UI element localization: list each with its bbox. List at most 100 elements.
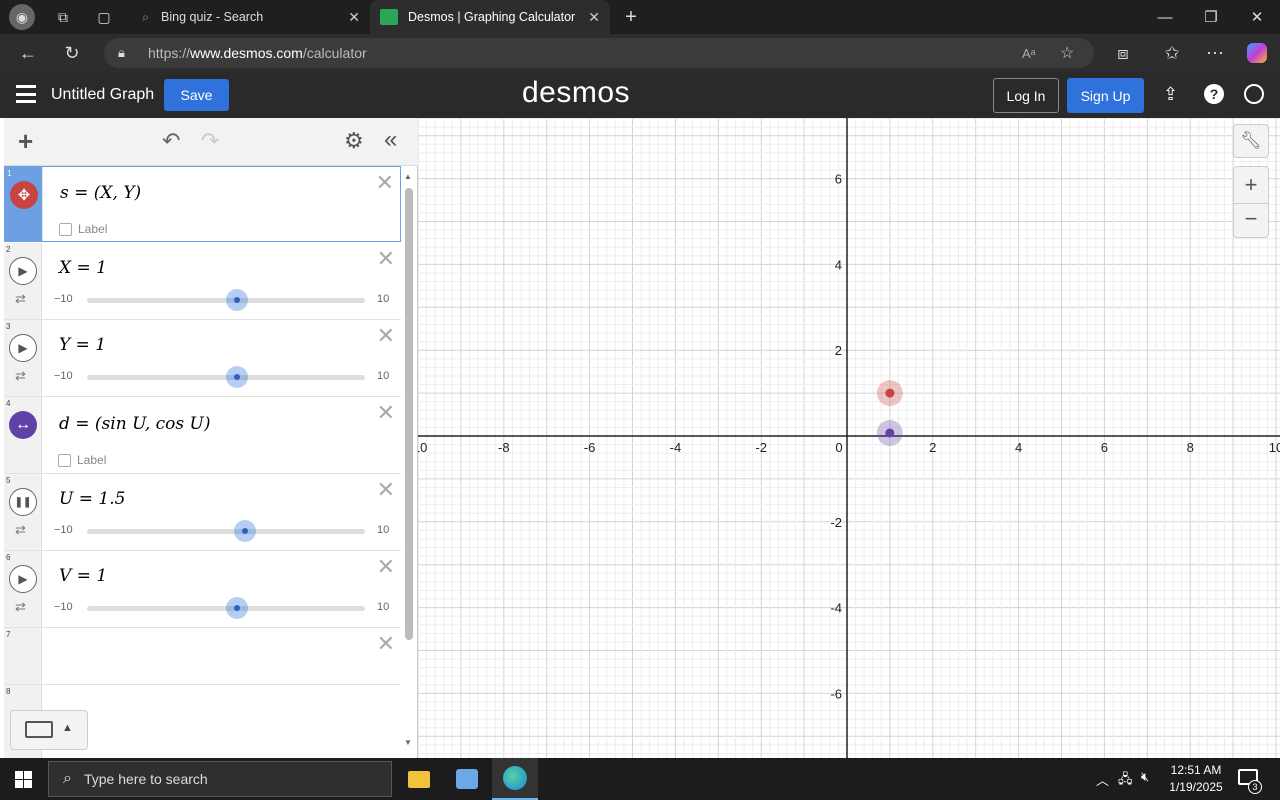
slider-row[interactable]: 5 ❚❚ ⇄ U = 1.5 −10 10 ✕: [4, 474, 401, 551]
slider-max[interactable]: 10: [377, 293, 389, 305]
delete-expression-icon[interactable]: ✕: [377, 325, 395, 347]
label-toggle[interactable]: Label: [58, 453, 106, 467]
delete-expression-icon[interactable]: ✕: [377, 248, 395, 270]
windows-start-icon[interactable]: [15, 771, 32, 788]
minimize-icon[interactable]: —: [1142, 0, 1188, 34]
language-globe-icon[interactable]: [1244, 84, 1264, 104]
slider-min[interactable]: −10: [54, 293, 73, 305]
close-window-icon[interactable]: ✕: [1234, 0, 1280, 34]
loop-mode-icon[interactable]: ⇄: [15, 291, 26, 307]
slider-min[interactable]: −10: [54, 601, 73, 613]
slider-max[interactable]: 10: [377, 601, 389, 613]
slider-row[interactable]: 6 ▶ ⇄ V = 1 −10 10 ✕: [4, 551, 401, 628]
pause-icon[interactable]: ❚❚: [9, 488, 37, 516]
graph-paper[interactable]: -10 -8 -6 -4 -2 0 2 4 6 8 10 6 4 2 -2 -4 -6 🔧︎ + −: [418, 118, 1280, 758]
play-icon[interactable]: ▶: [9, 257, 37, 285]
login-button[interactable]: Log In: [993, 78, 1059, 113]
back-icon[interactable]: ←: [12, 37, 44, 69]
delete-expression-icon[interactable]: ✕: [377, 479, 395, 501]
help-icon[interactable]: ?: [1204, 84, 1224, 104]
slider-row[interactable]: 3 ▶ ⇄ Y = 1 −10 10 ✕: [4, 320, 401, 397]
edge-browser-icon[interactable]: [492, 758, 538, 800]
loop-mode-icon[interactable]: ⇄: [15, 368, 26, 384]
tab-desmos[interactable]: Desmos | Graphing Calculator ✕: [370, 0, 610, 34]
slider-handle[interactable]: [226, 366, 248, 388]
close-tab-icon[interactable]: ✕: [348, 9, 360, 26]
volume-muted-icon[interactable]: 🔇︎: [1141, 769, 1149, 785]
share-icon[interactable]: ⇪: [1163, 84, 1178, 105]
graph-canvas[interactable]: -10 -8 -6 -4 -2 0 2 4 6 8 10 6 4 2 -2 -4 -6: [418, 118, 1280, 758]
taskbar-search-box[interactable]: ⌕ Type here to search: [48, 761, 392, 797]
move-point-icon[interactable]: ✥: [10, 181, 38, 209]
loop-mode-icon[interactable]: ⇄: [15, 599, 26, 615]
favorites-icon[interactable]: ✩: [1156, 37, 1188, 69]
slider-row[interactable]: 2 ▶ ⇄ X = 1 −10 10 ✕: [4, 243, 401, 320]
expression-math[interactable]: s = (X, Y): [60, 183, 141, 203]
expression-math[interactable]: U = 1.5: [59, 489, 125, 509]
scroll-up-arrow-icon[interactable]: ▲: [404, 172, 412, 181]
label-checkbox[interactable]: [58, 453, 71, 467]
network-icon[interactable]: 🖧︎: [1118, 770, 1133, 792]
expression-math[interactable]: V = 1: [59, 566, 107, 586]
tab-bing[interactable]: ⌕ Bing quiz - Search ✕: [132, 0, 370, 34]
control-panel-icon[interactable]: [444, 758, 490, 800]
drag-horizontal-icon[interactable]: ↔: [9, 411, 37, 439]
redo-icon[interactable]: ↷: [201, 128, 219, 154]
delete-expression-icon[interactable]: ✕: [377, 633, 395, 655]
copilot-icon[interactable]: [1241, 37, 1273, 69]
settings-gear-icon[interactable]: ⚙: [344, 128, 364, 154]
empty-expression-row[interactable]: 7 ✕: [4, 628, 401, 685]
profile-avatar-icon[interactable]: ◉: [9, 4, 35, 30]
restore-icon[interactable]: ❐: [1188, 0, 1234, 34]
play-icon[interactable]: ▶: [9, 334, 37, 362]
expression-math[interactable]: Y = 1: [59, 335, 106, 355]
expression-row[interactable]: 1 ✥ s = (X, Y) Label ✕: [4, 166, 401, 242]
graph-title[interactable]: Untitled Graph: [51, 86, 154, 104]
loop-mode-icon[interactable]: ⇄: [15, 522, 26, 538]
hamburger-menu-icon[interactable]: [16, 85, 36, 103]
tab-title: Bing quiz - Search: [161, 10, 264, 24]
x-tick-label: 6: [1101, 440, 1108, 455]
zoom-out-icon[interactable]: −: [1234, 203, 1268, 237]
show-hidden-icons-chevron-icon[interactable]: ︿: [1096, 770, 1109, 789]
url-field[interactable]: 🔒︎ https://www.desmos.com/calculator Aᵃ …: [104, 38, 1094, 68]
more-menu-icon[interactable]: ⋯: [1199, 37, 1231, 69]
system-clock[interactable]: 12:51 AM 1/19/2025: [1160, 762, 1232, 796]
expression-math[interactable]: d = (sin U, cos U): [59, 414, 211, 434]
tab-actions-icon[interactable]: ▢: [91, 4, 117, 30]
workspaces-icon[interactable]: ⧉: [50, 4, 76, 30]
scroll-down-arrow-icon[interactable]: ▼: [404, 738, 412, 747]
undo-icon[interactable]: ↶: [162, 128, 180, 154]
extensions-icon[interactable]: ⧈: [1107, 37, 1139, 69]
collapse-panel-icon[interactable]: «: [384, 126, 397, 154]
slider-handle[interactable]: [234, 520, 256, 542]
slider-max[interactable]: 10: [377, 370, 389, 382]
read-aloud-icon[interactable]: Aᵃ: [1022, 46, 1036, 61]
slider-min[interactable]: −10: [54, 370, 73, 382]
signup-button[interactable]: Sign Up: [1067, 78, 1144, 113]
delete-expression-icon[interactable]: ✕: [376, 172, 394, 194]
scrollbar-thumb[interactable]: [405, 188, 413, 640]
close-tab-icon[interactable]: ✕: [588, 9, 600, 26]
new-tab-icon[interactable]: +: [618, 4, 644, 30]
play-icon[interactable]: ▶: [9, 565, 37, 593]
keypad-toggle-button[interactable]: ▲: [10, 710, 88, 750]
label-checkbox[interactable]: [59, 222, 72, 236]
slider-min[interactable]: −10: [54, 524, 73, 536]
slider-handle[interactable]: [226, 597, 248, 619]
expression-row[interactable]: 4 ↔ d = (sin U, cos U) Label ✕: [4, 397, 401, 474]
save-button[interactable]: Save: [164, 79, 229, 111]
slider-track[interactable]: [87, 529, 365, 534]
delete-expression-icon[interactable]: ✕: [377, 556, 395, 578]
refresh-icon[interactable]: ↻: [56, 37, 88, 69]
file-explorer-icon[interactable]: [396, 758, 442, 800]
favorite-star-icon[interactable]: ☆: [1060, 43, 1074, 63]
label-toggle[interactable]: Label: [59, 222, 107, 236]
slider-max[interactable]: 10: [377, 524, 389, 536]
graph-settings-wrench-button[interactable]: 🔧︎: [1233, 124, 1269, 158]
zoom-in-icon[interactable]: +: [1245, 167, 1258, 203]
add-item-icon[interactable]: +: [18, 126, 33, 157]
expression-math[interactable]: X = 1: [59, 258, 107, 278]
slider-handle[interactable]: [226, 289, 248, 311]
delete-expression-icon[interactable]: ✕: [377, 402, 395, 424]
